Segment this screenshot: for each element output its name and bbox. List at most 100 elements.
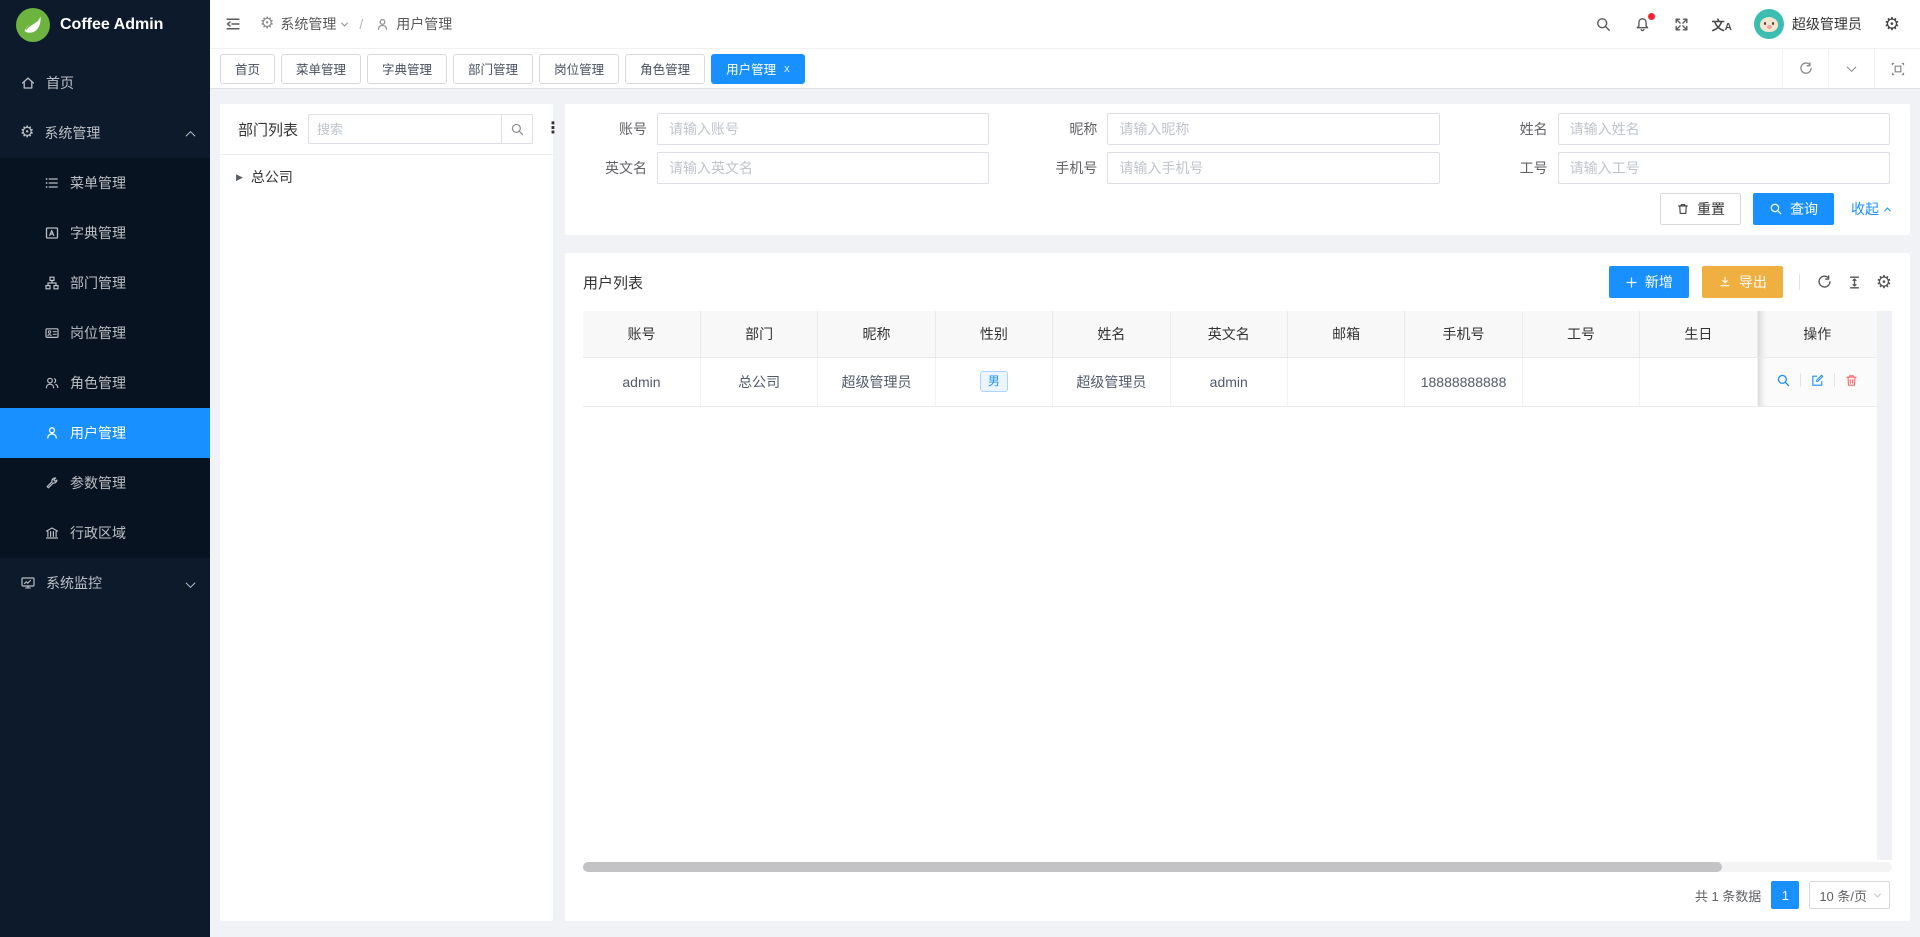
chevron-up-icon	[186, 131, 196, 141]
department-search-button[interactable]	[501, 114, 533, 144]
breadcrumb-parent[interactable]: 系统管理	[280, 14, 336, 34]
row-height-button[interactable]	[1846, 274, 1863, 291]
collapse-form-link[interactable]: 收起	[1851, 199, 1890, 219]
export-button[interactable]: 导出	[1702, 266, 1783, 298]
chevron-down-icon	[186, 578, 196, 588]
tab-home[interactable]: 首页	[220, 54, 275, 84]
header-search-button[interactable]	[1595, 16, 1612, 33]
fullscreen-button[interactable]	[1673, 16, 1690, 33]
tab-dept-mgmt[interactable]: 部门管理	[453, 54, 533, 84]
cell-job-no	[1522, 357, 1639, 406]
table-scroll-area: 账号 部门 昵称 性别 姓名 英文名 邮箱 手机号 工号	[583, 311, 1877, 860]
tab-role-mgmt[interactable]: 角色管理	[625, 54, 705, 84]
department-panel-header: 部门列表 ⋮	[220, 104, 553, 155]
caret-right-icon[interactable]: ▶	[236, 172, 243, 183]
table-settings-button[interactable]: ⚙	[1876, 273, 1892, 291]
table-toolbar: 用户列表 新增 导出	[583, 266, 1892, 298]
sidebar-item-menu-mgmt[interactable]: 菜单管理	[0, 158, 210, 208]
department-tree: ▶ 总公司	[220, 155, 553, 199]
sidebar: Coffee Admin 首页 ⚙ 系统管理 菜单管理 字典管理	[0, 0, 210, 937]
chevron-down-icon	[1847, 62, 1857, 72]
col-phone: 手机号	[1405, 311, 1522, 357]
sidebar-item-role-mgmt[interactable]: 角色管理	[0, 358, 210, 408]
breadcrumb-current: 用户管理	[396, 14, 452, 34]
sidebar-item-label: 用户管理	[70, 423, 126, 443]
cell-dept: 总公司	[700, 357, 817, 406]
divider	[1834, 373, 1835, 387]
sidebar-item-param-mgmt[interactable]: 参数管理	[0, 458, 210, 508]
view-row-button[interactable]	[1776, 373, 1791, 388]
department-panel: 部门列表 ⋮ ▶ 总公司	[220, 104, 553, 921]
refresh-tab-button[interactable]	[1782, 49, 1828, 88]
list-icon	[44, 175, 60, 191]
page-size-select[interactable]: 10 条/页	[1809, 881, 1890, 909]
col-account: 账号	[583, 311, 700, 357]
tab-options-button[interactable]	[1828, 49, 1874, 88]
sidebar-item-label: 参数管理	[70, 473, 126, 493]
col-actions: 操作	[1757, 311, 1877, 357]
leaf-logo-icon	[16, 8, 50, 42]
language-button[interactable]: 文A	[1712, 15, 1732, 34]
tree-node-root[interactable]: ▶ 总公司	[236, 167, 537, 187]
maximize-content-button[interactable]	[1874, 49, 1920, 88]
tab-dict-mgmt[interactable]: 字典管理	[367, 54, 447, 84]
phone-input[interactable]	[1107, 152, 1439, 184]
notifications-button[interactable]	[1634, 16, 1651, 33]
sidebar-item-dept-mgmt[interactable]: 部门管理	[0, 258, 210, 308]
name-input[interactable]	[1558, 113, 1890, 145]
table-header-row: 账号 部门 昵称 性别 姓名 英文名 邮箱 手机号 工号	[583, 311, 1877, 357]
horizontal-scrollbar-thumb[interactable]	[583, 862, 1722, 872]
tab-user-mgmt[interactable]: 用户管理x	[711, 54, 805, 84]
cell-birthday	[1640, 357, 1757, 406]
sidebar-collapse-button[interactable]	[224, 15, 242, 33]
column-height-icon	[1846, 274, 1863, 291]
form-actions: 重置 查询 收起	[585, 193, 1890, 225]
close-icon[interactable]: x	[784, 63, 790, 75]
sidebar-item-post-mgmt[interactable]: 岗位管理	[0, 308, 210, 358]
job-no-input[interactable]	[1558, 152, 1890, 184]
tab-menu-mgmt[interactable]: 菜单管理	[281, 54, 361, 84]
horizontal-scrollbar-track[interactable]	[583, 862, 1892, 872]
refresh-icon	[1798, 61, 1814, 77]
reset-button[interactable]: 重置	[1660, 193, 1741, 225]
field-label: 账号	[585, 119, 657, 139]
tab-post-mgmt[interactable]: 岗位管理	[539, 54, 619, 84]
nickname-input[interactable]	[1107, 113, 1439, 145]
department-search-input[interactable]	[308, 114, 501, 144]
sidebar-item-monitor[interactable]: 系统监控	[0, 558, 210, 608]
table-title: 用户列表	[583, 272, 643, 293]
page-number-button[interactable]: 1	[1771, 881, 1799, 909]
sidebar-item-label: 字典管理	[70, 223, 126, 243]
cell-actions	[1757, 357, 1877, 406]
wrench-icon	[44, 475, 60, 491]
english-name-input[interactable]	[657, 152, 989, 184]
user-menu[interactable]: 超级管理员	[1754, 9, 1862, 39]
col-nickname: 昵称	[818, 311, 935, 357]
search-icon	[1769, 202, 1783, 216]
cell-account: admin	[583, 357, 700, 406]
more-options-icon[interactable]: ⋮	[543, 121, 563, 137]
table-wrap: 账号 部门 昵称 性别 姓名 英文名 邮箱 手机号 工号	[583, 311, 1892, 860]
cell-english-name: admin	[1170, 357, 1287, 406]
account-input[interactable]	[657, 113, 989, 145]
form-item-account: 账号	[585, 113, 989, 145]
sidebar-item-system[interactable]: ⚙ 系统管理	[0, 108, 210, 158]
header-actions: 文A 超级管理员 ⚙	[1595, 9, 1900, 39]
delete-row-button[interactable]	[1844, 373, 1859, 388]
sidebar-item-user-mgmt[interactable]: 用户管理	[0, 408, 210, 458]
settings-button[interactable]: ⚙	[1884, 15, 1900, 33]
app-logo[interactable]: Coffee Admin	[0, 0, 210, 50]
add-user-button[interactable]: 新增	[1609, 266, 1689, 298]
table-row[interactable]: admin 总公司 超级管理员 男 超级管理员 admin 1888888888…	[583, 357, 1877, 406]
app-title: Coffee Admin	[60, 16, 163, 34]
sidebar-item-admin-region[interactable]: 行政区域	[0, 508, 210, 558]
edit-row-button[interactable]	[1810, 373, 1825, 388]
col-dept: 部门	[700, 311, 817, 357]
vertical-scrollbar-gutter[interactable]	[1877, 311, 1892, 860]
refresh-table-button[interactable]	[1816, 274, 1833, 291]
sidebar-item-dict-mgmt[interactable]: 字典管理	[0, 208, 210, 258]
department-search	[308, 114, 533, 144]
sidebar-item-home[interactable]: 首页	[0, 58, 210, 108]
right-column: 账号 昵称 姓名 英文名	[565, 104, 1910, 921]
query-button[interactable]: 查询	[1753, 193, 1834, 225]
